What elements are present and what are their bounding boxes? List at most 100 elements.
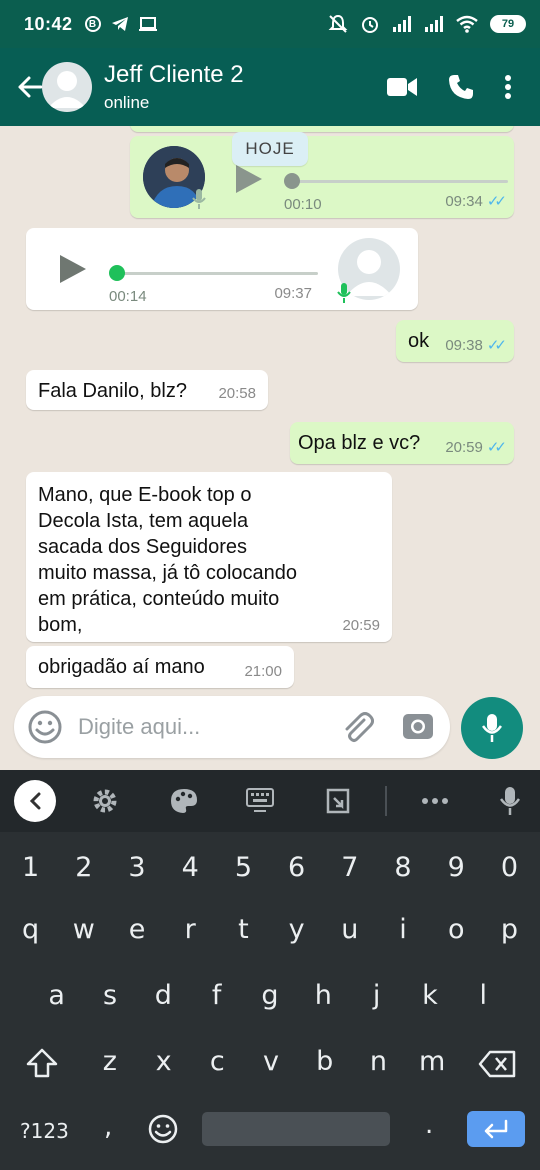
video-call-icon[interactable]	[386, 76, 418, 98]
key-6[interactable]: 6	[270, 852, 323, 883]
message-line: Mano, que E-book top o	[38, 484, 252, 506]
message-time: 21:00	[244, 663, 282, 680]
key-2[interactable]: 2	[57, 852, 110, 883]
voice-record-button[interactable]	[461, 697, 523, 759]
message-bubble-outgoing[interactable]: Opa blz e vc? 20:59 ✓✓	[290, 422, 514, 464]
key-5[interactable]: 5	[217, 852, 270, 883]
symbols-key[interactable]: ?123	[20, 1119, 69, 1143]
period-key[interactable]: .	[425, 1110, 433, 1140]
voice-duration: 00:14	[109, 288, 147, 305]
key-4[interactable]: 4	[164, 852, 217, 883]
message-text: ok	[408, 330, 430, 352]
key-h[interactable]: h	[297, 980, 350, 1011]
mute-icon	[328, 14, 348, 33]
key-r[interactable]: r	[164, 914, 217, 945]
voice-progress-track[interactable]	[116, 272, 318, 275]
toolbar-divider	[385, 786, 387, 816]
key-f[interactable]: f	[190, 980, 243, 1011]
key-o[interactable]: o	[430, 914, 483, 945]
key-y[interactable]: y	[270, 914, 323, 945]
voice-input-icon[interactable]	[500, 786, 520, 816]
attach-icon[interactable]	[340, 710, 374, 744]
message-time: 09:38	[445, 336, 483, 354]
play-icon[interactable]	[58, 254, 88, 284]
key-u[interactable]: u	[323, 914, 376, 945]
emoji-key-icon[interactable]	[148, 1114, 178, 1144]
arrow-left-icon	[18, 76, 43, 98]
chevron-left-icon	[29, 792, 41, 810]
message-list[interactable]: 00:10 09:34 ✓✓ HOJE 00:14 09:37 ok 09:38…	[0, 126, 540, 770]
enter-key[interactable]	[467, 1111, 525, 1147]
keyboard-toolbar	[0, 770, 540, 832]
keyboard-row-3: z x c v b n m	[83, 1046, 459, 1077]
key-8[interactable]: 8	[376, 852, 429, 883]
key-m[interactable]: m	[405, 1046, 459, 1077]
keyboard-row-numbers: 1 2 3 4 5 6 7 8 9 0	[0, 852, 540, 883]
key-t[interactable]: t	[217, 914, 270, 945]
contact-avatar[interactable]	[42, 62, 92, 112]
key-x[interactable]: x	[137, 1046, 191, 1077]
key-7[interactable]: 7	[323, 852, 376, 883]
b-badge-icon: B	[84, 16, 101, 32]
contact-info[interactable]: Jeff Cliente 2 online	[104, 61, 244, 113]
key-n[interactable]: n	[352, 1046, 406, 1077]
emoji-icon[interactable]	[28, 710, 62, 744]
key-g[interactable]: g	[243, 980, 296, 1011]
comma-key[interactable]: ,	[104, 1112, 112, 1142]
read-ticks-icon: ✓✓	[486, 193, 507, 210]
key-l[interactable]: l	[457, 980, 510, 1011]
keyboard-collapse-button[interactable]	[14, 780, 56, 822]
message-time: 20:59	[445, 438, 483, 456]
space-key[interactable]	[202, 1112, 390, 1146]
key-b[interactable]: b	[298, 1046, 352, 1077]
key-c[interactable]: c	[190, 1046, 244, 1077]
wifi-icon	[456, 15, 478, 33]
key-v[interactable]: v	[244, 1046, 298, 1077]
voice-progress-knob[interactable]	[284, 173, 300, 189]
key-k[interactable]: k	[403, 980, 456, 1011]
key-z[interactable]: z	[83, 1046, 137, 1077]
message-meta: 21:00	[244, 663, 282, 680]
message-meta: 20:58	[218, 385, 256, 402]
camera-icon[interactable]	[402, 711, 434, 741]
voice-progress-knob[interactable]	[109, 265, 125, 281]
message-line: Decola Ista, tem aquela	[38, 510, 249, 532]
message-time: 09:37	[274, 285, 312, 302]
shift-icon[interactable]	[26, 1048, 58, 1078]
key-0[interactable]: 0	[483, 852, 536, 883]
telegram-icon	[111, 17, 128, 31]
message-bubble-incoming[interactable]: Fala Danilo, blz? 20:58	[26, 370, 268, 410]
message-input[interactable]: Digite aqui...	[14, 696, 450, 758]
key-i[interactable]: i	[376, 914, 429, 945]
key-e[interactable]: e	[110, 914, 163, 945]
voice-progress-track[interactable]	[290, 180, 508, 183]
key-3[interactable]: 3	[110, 852, 163, 883]
more-options-icon[interactable]	[504, 74, 512, 100]
message-bubble-incoming[interactable]: obrigadão aí mano 21:00	[26, 646, 294, 688]
contact-status: online	[104, 93, 150, 112]
key-1[interactable]: 1	[4, 852, 57, 883]
key-q[interactable]: q	[4, 914, 57, 945]
voice-message-incoming[interactable]: 00:14 09:37	[26, 228, 418, 310]
voice-message-outgoing[interactable]: 00:10 09:34 ✓✓	[130, 136, 514, 218]
clipboard-icon[interactable]	[326, 788, 350, 814]
backspace-icon[interactable]	[478, 1050, 516, 1078]
phone-call-icon[interactable]	[448, 74, 474, 100]
more-horizontal-icon[interactable]	[422, 798, 448, 804]
message-time: 20:58	[218, 385, 256, 402]
keyboard-row-2: a s d f g h j k l	[0, 980, 540, 1011]
key-p[interactable]: p	[483, 914, 536, 945]
keyboard-layout-icon[interactable]	[246, 788, 274, 814]
key-d[interactable]: d	[137, 980, 190, 1011]
settings-icon[interactable]	[92, 788, 118, 814]
theme-palette-icon[interactable]	[170, 788, 198, 814]
message-bubble-outgoing[interactable]: ok 09:38 ✓✓	[396, 320, 514, 362]
key-9[interactable]: 9	[430, 852, 483, 883]
key-s[interactable]: s	[83, 980, 136, 1011]
key-w[interactable]: w	[57, 914, 110, 945]
message-bubble-incoming[interactable]: Mano, que E-book top o Decola Ista, tem …	[26, 472, 392, 642]
play-icon[interactable]	[234, 164, 264, 194]
key-j[interactable]: j	[350, 980, 403, 1011]
message-meta: 09:38 ✓✓	[445, 336, 507, 355]
key-a[interactable]: a	[30, 980, 83, 1011]
